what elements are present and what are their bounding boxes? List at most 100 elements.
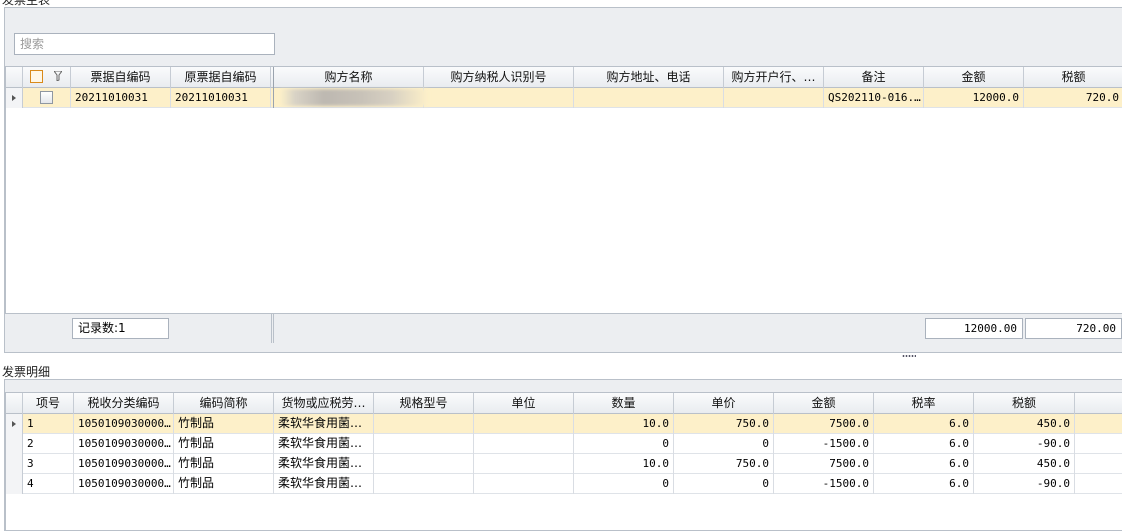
invoice-detail-panel: 发票明细 项号 税收分类编码 编码简称 货物或应税劳… 规格型号 单位 数量 单… <box>0 359 1122 531</box>
search-box[interactable] <box>14 33 275 55</box>
col-header-rate[interactable]: 税率 <box>874 393 974 414</box>
filter-icon[interactable] <box>54 71 62 81</box>
redacted-buyer-name <box>280 89 428 106</box>
cell-qty[interactable]: 10.0 <box>574 454 674 474</box>
cell-orig-code[interactable]: 20211010031 <box>171 88 271 108</box>
cell-qty[interactable]: 0 <box>574 474 674 494</box>
cell-tax[interactable]: 450.0 <box>974 454 1075 474</box>
col-header-tax-class-code[interactable]: 税收分类编码 <box>74 393 174 414</box>
total-amount: 12000.00 <box>925 318 1023 339</box>
cell-tax[interactable]: -90.0 <box>974 434 1075 454</box>
invoice-master-grid: 票据自编码 原票据自编码 购方名称 购方纳税人识别号 购方地址、电话 购方开户行… <box>5 66 1122 314</box>
table-row[interactable]: 4 1050109030000… 竹制品 柔软华食用菌… 0 0 -1500.0… <box>6 474 1122 494</box>
cell-goods[interactable]: 柔软华食用菌… <box>274 434 374 454</box>
cell-item-no[interactable]: 1 <box>23 414 74 434</box>
cell-unit[interactable] <box>474 454 574 474</box>
cell-tax[interactable]: 450.0 <box>974 414 1075 434</box>
cell-tax[interactable]: 720.0 <box>1024 88 1122 108</box>
col-header-tax[interactable]: 税额 <box>974 393 1075 414</box>
cell-item-no[interactable]: 2 <box>23 434 74 454</box>
cell-goods[interactable]: 柔软华食用菌… <box>274 414 374 434</box>
col-header-code-short[interactable]: 编码简称 <box>174 393 274 414</box>
invoice-detail-grid: 项号 税收分类编码 编码简称 货物或应税劳… 规格型号 单位 数量 单价 金额 … <box>5 392 1122 531</box>
table-row[interactable]: 1 1050109030000… 竹制品 柔软华食用菌… 10.0 750.0 … <box>6 414 1122 434</box>
col-header-buyer-address[interactable]: 购方地址、电话 <box>574 67 724 88</box>
cell-buyer-address[interactable] <box>574 88 724 108</box>
search-input[interactable] <box>15 34 274 54</box>
cell-buyer-bank[interactable] <box>724 88 824 108</box>
row-indicator-icon <box>6 88 23 108</box>
cell-code-short[interactable]: 竹制品 <box>174 474 274 494</box>
detail-grid-header: 项号 税收分类编码 编码简称 货物或应税劳… 规格型号 单位 数量 单价 金额 … <box>6 393 1122 414</box>
col-header-qty[interactable]: 数量 <box>574 393 674 414</box>
cell-price[interactable]: 0 <box>674 474 774 494</box>
row-checkbox[interactable] <box>40 91 53 104</box>
select-all-checkbox[interactable] <box>30 70 43 83</box>
cell-code-short[interactable]: 竹制品 <box>174 454 274 474</box>
cell-tax-class-code[interactable]: 1050109030000… <box>74 474 174 494</box>
cell-tax-class-code[interactable]: 1050109030000… <box>74 434 174 454</box>
col-header-tax[interactable]: 税额 <box>1024 67 1122 88</box>
record-count: 记录数:1 <box>72 318 169 339</box>
col-header-code[interactable]: 票据自编码 <box>71 67 171 88</box>
cell-buyer-tax-id[interactable] <box>424 88 574 108</box>
col-header-amount[interactable]: 金额 <box>924 67 1024 88</box>
cell-amount[interactable]: 7500.0 <box>774 414 874 434</box>
cell-price[interactable]: 750.0 <box>674 414 774 434</box>
cell-price[interactable]: 750.0 <box>674 454 774 474</box>
cell-unit[interactable] <box>474 414 574 434</box>
cell-tax[interactable]: -90.0 <box>974 474 1075 494</box>
col-header-buyer-name[interactable]: 购方名称 <box>274 67 424 88</box>
cell-spec[interactable] <box>374 434 474 454</box>
cell-tax-class-code[interactable]: 1050109030000… <box>74 414 174 434</box>
cell-code-short[interactable]: 竹制品 <box>174 414 274 434</box>
footer-frozen-sep <box>271 314 274 343</box>
table-row[interactable]: 3 1050109030000… 竹制品 柔软华食用菌… 10.0 750.0 … <box>6 454 1122 474</box>
col-header-orig-code[interactable]: 原票据自编码 <box>171 67 271 88</box>
row-indicator <box>6 434 23 454</box>
cell-qty[interactable]: 10.0 <box>574 414 674 434</box>
cell-amount[interactable]: -1500.0 <box>774 474 874 494</box>
cell-goods[interactable]: 柔软华食用菌… <box>274 474 374 494</box>
col-header-amount[interactable]: 金额 <box>774 393 874 414</box>
col-header-price[interactable]: 单价 <box>674 393 774 414</box>
invoice-master-panel: 发票主表 票据自编码 原票据自编码 购方名称 购方纳税人识别号 购方地址、电话 … <box>0 0 1122 354</box>
cell-rate[interactable]: 6.0 <box>874 474 974 494</box>
cell-amount[interactable]: 12000.0 <box>924 88 1024 108</box>
col-header-goods[interactable]: 货物或应税劳… <box>274 393 374 414</box>
cell-qty[interactable]: 0 <box>574 434 674 454</box>
cell-amount[interactable]: 7500.0 <box>774 454 874 474</box>
table-row[interactable]: 2 1050109030000… 竹制品 柔软华食用菌… 0 0 -1500.0… <box>6 434 1122 454</box>
indicator-header <box>6 67 23 88</box>
cell-spec[interactable] <box>374 454 474 474</box>
cell-unit[interactable] <box>474 474 574 494</box>
col-header-item-no[interactable]: 项号 <box>23 393 74 414</box>
cell-unit[interactable] <box>474 434 574 454</box>
cell-rate[interactable]: 6.0 <box>874 414 974 434</box>
col-header-buyer-tax-id[interactable]: 购方纳税人识别号 <box>424 67 574 88</box>
cell-spec[interactable] <box>374 414 474 434</box>
row-indicator-icon <box>6 414 23 434</box>
cell-goods[interactable]: 柔软华食用菌… <box>274 454 374 474</box>
cell-remark[interactable]: QS202110-016.… <box>824 88 924 108</box>
col-header-spec[interactable]: 规格型号 <box>374 393 474 414</box>
cell-rate[interactable]: 6.0 <box>874 434 974 454</box>
col-header-buyer-bank[interactable]: 购方开户行、… <box>724 67 824 88</box>
cell-code[interactable]: 20211010031 <box>71 88 171 108</box>
row-indicator <box>6 454 23 474</box>
cell-rate[interactable]: 6.0 <box>874 454 974 474</box>
master-grid-footer: 记录数:1 12000.00 720.00 <box>5 313 1122 343</box>
cell-code-short[interactable]: 竹制品 <box>174 434 274 454</box>
invoice-detail-title: 发票明细 <box>2 365 51 379</box>
table-row[interactable]: 20211010031 20211010031 QS202110-016.… 1… <box>6 88 1122 108</box>
cell-amount[interactable]: -1500.0 <box>774 434 874 454</box>
cell-price[interactable]: 0 <box>674 434 774 454</box>
col-header-remark[interactable]: 备注 <box>824 67 924 88</box>
cell-spec[interactable] <box>374 474 474 494</box>
cell-item-no[interactable]: 4 <box>23 474 74 494</box>
cell-tax-class-code[interactable]: 1050109030000… <box>74 454 174 474</box>
col-header-unit[interactable]: 单位 <box>474 393 574 414</box>
cell-item-no[interactable]: 3 <box>23 454 74 474</box>
splitter-grip-icon[interactable] <box>902 355 916 357</box>
select-all-header <box>23 67 71 88</box>
